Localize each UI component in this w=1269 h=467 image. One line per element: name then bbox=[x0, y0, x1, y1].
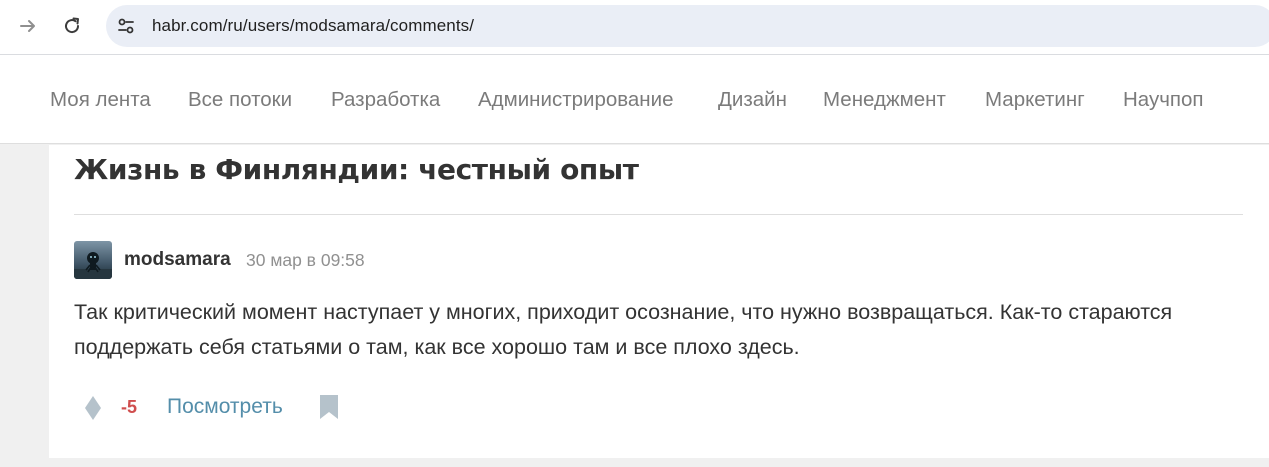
hub-navigation: Моя лента Все потоки Разработка Админист… bbox=[0, 55, 1269, 144]
comment-text: Так критический момент наступает у многи… bbox=[74, 300, 1173, 359]
nav-item-management[interactable]: Менеджмент bbox=[823, 88, 946, 112]
nav-item-administration[interactable]: Администрирование bbox=[478, 88, 673, 112]
comment-score: -5 bbox=[121, 397, 138, 417]
comment-card: Жизнь в Финляндии: честный опыт modsamar… bbox=[49, 145, 1269, 458]
reload-icon bbox=[65, 17, 80, 34]
post-title-link[interactable]: Жизнь в Финляндии: честный опыт bbox=[74, 153, 639, 186]
nav-item-marketing[interactable]: Маркетинг bbox=[985, 88, 1085, 112]
nav-item-design[interactable]: Дизайн bbox=[718, 88, 787, 112]
nav-item-my-feed[interactable]: Моя лента bbox=[50, 88, 151, 112]
vote-diamond-icon[interactable] bbox=[82, 395, 104, 421]
nav-item-development[interactable]: Разработка bbox=[331, 88, 440, 112]
comment-timestamp: 30 мар в 09:58 bbox=[246, 250, 365, 270]
view-comment-link[interactable]: Посмотреть bbox=[167, 395, 283, 419]
arrow-right-icon bbox=[20, 20, 35, 32]
tune-icon[interactable] bbox=[116, 16, 136, 36]
back-button[interactable] bbox=[11, 9, 45, 43]
reload-button[interactable] bbox=[55, 9, 89, 43]
avatar-image bbox=[74, 241, 112, 279]
nav-item-all-streams[interactable]: Все потоки bbox=[188, 88, 292, 112]
url-text[interactable]: habr.com/ru/users/modsamara/comments/ bbox=[152, 16, 474, 36]
avatar[interactable] bbox=[74, 241, 112, 279]
divider bbox=[74, 214, 1243, 215]
address-bar[interactable]: habr.com/ru/users/modsamara/comments/ bbox=[106, 5, 1269, 47]
comment-author[interactable]: modsamara bbox=[124, 249, 231, 271]
bookmark-icon[interactable] bbox=[319, 394, 339, 420]
nav-item-popsci[interactable]: Научпоп bbox=[1123, 88, 1204, 112]
browser-toolbar: habr.com/ru/users/modsamara/comments/ bbox=[0, 0, 1269, 55]
